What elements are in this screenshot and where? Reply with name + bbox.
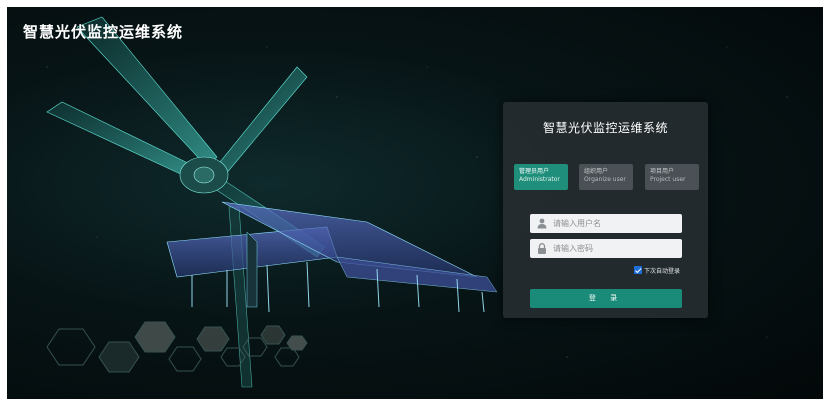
tab-organize-user-sublabel: Organize user [584, 176, 626, 183]
user-icon [537, 218, 547, 229]
remember-me-checkbox[interactable] [634, 266, 642, 274]
remember-me-label: 下次自动登录 [644, 267, 681, 275]
username-input[interactable] [553, 214, 678, 233]
login-panel: 智慧光伏监控运维系统 管理员用户 Administrator 组织用户 Orga… [503, 102, 708, 318]
tab-project-user-label: 项目用户 [650, 168, 675, 175]
tab-organize-user-label: 组织用户 [584, 168, 609, 175]
turbine-blade-right [211, 66, 308, 176]
user-type-tabs: 管理员用户 Administrator 组织用户 Organize user 项… [514, 164, 699, 190]
remember-me: 下次自动登录 [634, 265, 680, 275]
tab-administrator[interactable]: 管理员用户 Administrator [514, 164, 568, 190]
solar-arrays [166, 201, 498, 313]
username-field [530, 214, 682, 233]
lock-icon [538, 243, 546, 254]
tab-project-user-sublabel: Project user [650, 176, 686, 183]
login-button[interactable]: 登 录 [530, 289, 682, 308]
password-field [530, 239, 682, 258]
tab-project-user[interactable]: 项目用户 Project user [645, 164, 699, 190]
login-page: 智慧光伏监控运维系统 智慧光伏监控运维系统 管理员用户 Administrato… [7, 7, 823, 399]
app-title: 智慧光伏监控运维系统 [23, 23, 184, 41]
login-panel-title: 智慧光伏监控运维系统 [542, 121, 668, 135]
tab-administrator-sublabel: Administrator [519, 176, 560, 183]
wind-turbine [46, 16, 326, 388]
hexagon-decoration [46, 321, 308, 373]
tab-organize-user[interactable]: 组织用户 Organize user [579, 164, 633, 190]
password-input[interactable] [553, 239, 678, 258]
tab-administrator-label: 管理员用户 [519, 168, 550, 175]
